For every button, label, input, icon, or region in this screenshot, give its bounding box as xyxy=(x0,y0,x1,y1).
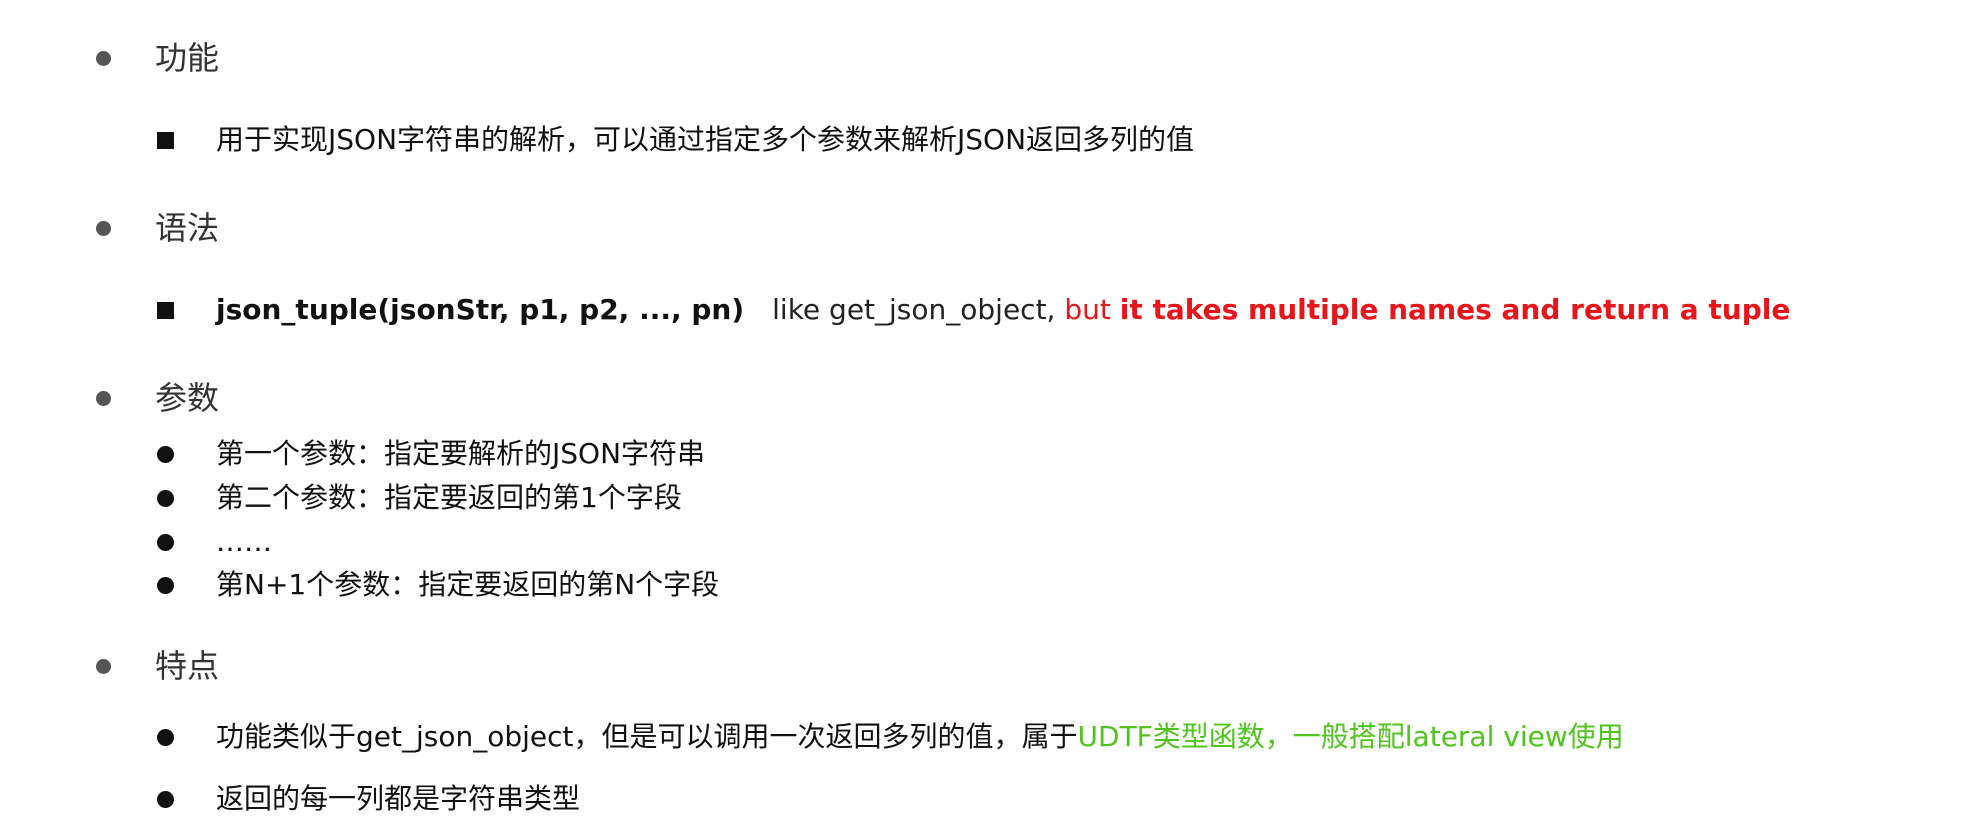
bullet-dot-icon xyxy=(157,446,174,463)
feature-item: 功能类似于get_json_object，但是可以调用一次返回多列的值，属于UD… xyxy=(216,719,1624,755)
param-item: 第一个参数：指定要解析的JSON字符串 xyxy=(216,437,706,470)
syntax-desc-red-bold: it takes multiple names and return a tup… xyxy=(1119,293,1791,326)
square-bullet-icon xyxy=(157,302,174,319)
feature-text-green: UDTF类型函数，一般搭配lateral view使用 xyxy=(1077,720,1624,753)
syntax-desc-plain: like get_json_object, xyxy=(772,293,1065,326)
syntax-line: json_tuple(jsonStr, p1, p2, ..., pn) like… xyxy=(216,292,1790,328)
bullet-dot-icon xyxy=(157,490,174,507)
section-title-params: 参数 xyxy=(155,379,220,417)
feature-item: 返回的每一列都是字符串类型 xyxy=(216,782,581,815)
bullet-dot-icon xyxy=(157,577,174,594)
param-item: 第二个参数：指定要返回的第1个字段 xyxy=(216,481,682,514)
syntax-desc-red: but xyxy=(1064,293,1120,326)
section-title-features: 特点 xyxy=(155,647,220,685)
feature-text-plain: 功能类似于get_json_object，但是可以调用一次返回多列的值，属于 xyxy=(216,720,1078,753)
section-title-function: 功能 xyxy=(155,39,220,77)
bullet-dot-icon xyxy=(96,221,111,236)
bullet-dot-icon xyxy=(96,391,111,406)
param-item: 第N+1个参数：指定要返回的第N个字段 xyxy=(216,568,720,601)
param-item: …… xyxy=(216,525,272,558)
function-description: 用于实现JSON字符串的解析，可以通过指定多个参数来解析JSON返回多列的值 xyxy=(216,123,1195,156)
bullet-dot-icon xyxy=(157,729,174,746)
bullet-dot-icon xyxy=(157,791,174,808)
square-bullet-icon xyxy=(157,132,174,149)
slide: 功能 用于实现JSON字符串的解析，可以通过指定多个参数来解析JSON返回多列的… xyxy=(0,0,1968,824)
bullet-dot-icon xyxy=(157,534,174,551)
bullet-dot-icon xyxy=(96,51,111,66)
syntax-signature: json_tuple(jsonStr, p1, p2, ..., pn) xyxy=(216,293,745,326)
bullet-dot-icon xyxy=(96,659,111,674)
section-title-syntax: 语法 xyxy=(155,209,220,247)
